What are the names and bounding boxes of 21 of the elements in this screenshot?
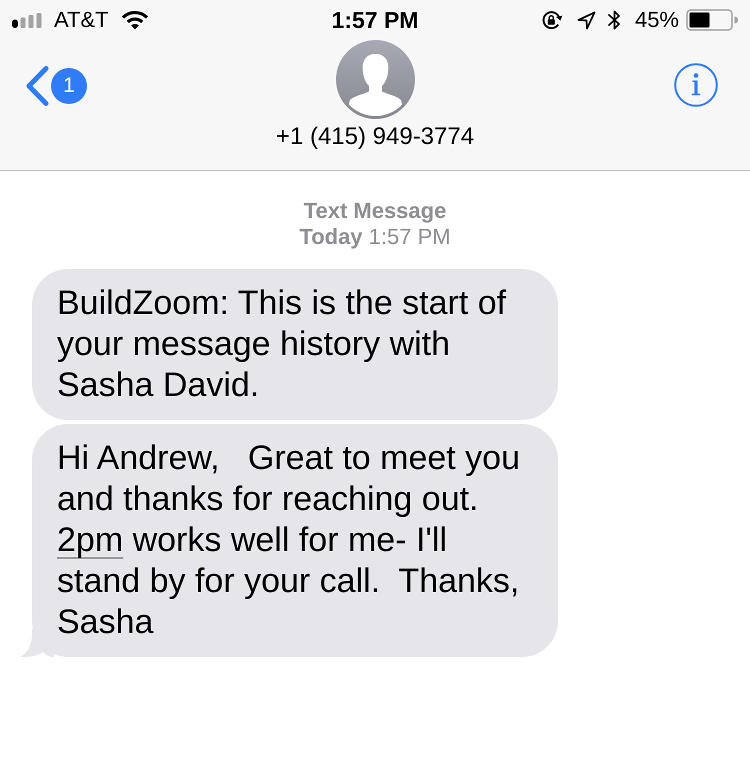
- message-text: BuildZoom: This is the start of your message history with Sasha David.: [57, 283, 508, 406]
- bluetooth-icon: [606, 9, 622, 31]
- message-timestamp: Today 1:57 PM: [299, 224, 451, 250]
- signal-strength-icon: [12, 12, 43, 28]
- carrier-name: AT&T: [54, 7, 109, 33]
- wifi-icon: [120, 10, 149, 30]
- location-arrow-icon: [576, 10, 596, 30]
- message-text: Hi Andrew, Great to meet you and thanks for reaching out. 2pm works well for me- I'll stand by for your call. Thanks, Sasha: [57, 438, 522, 643]
- message-service-label: Text Message: [304, 198, 446, 224]
- unread-count-badge: 1: [51, 68, 87, 104]
- info-icon: [674, 63, 718, 107]
- time-link[interactable]: 2pm: [57, 521, 124, 559]
- battery-icon: [686, 9, 738, 31]
- back-chevron-icon: [24, 65, 50, 107]
- back-button[interactable]: 1: [24, 65, 87, 107]
- info-button[interactable]: [674, 63, 718, 107]
- status-time: 1:57 PM: [332, 7, 418, 33]
- person-avatar-icon[interactable]: [336, 40, 414, 119]
- rotation-lock-icon: [540, 10, 563, 30]
- contact-phone-number: +1 (415) 949-3774: [276, 123, 474, 151]
- battery-percentage: 45%: [634, 7, 679, 33]
